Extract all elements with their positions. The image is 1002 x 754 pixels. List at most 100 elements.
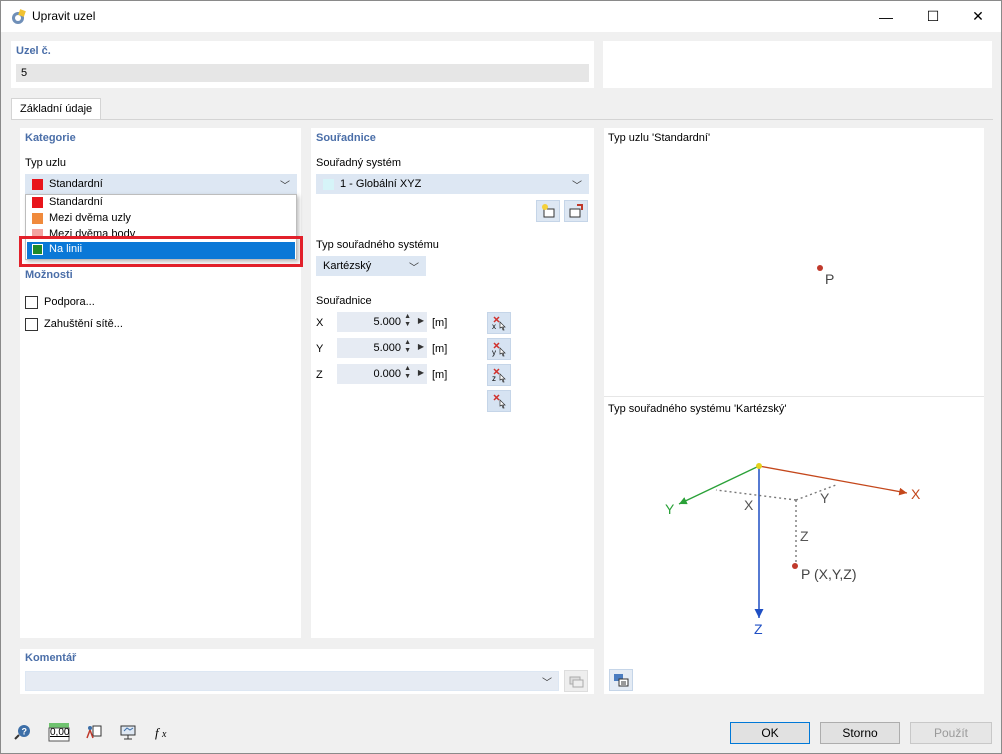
coordinates-panel: Souřadnice Souřadný systém 1 - Globální … — [311, 128, 594, 638]
units-button[interactable]: 0,00 — [46, 721, 72, 743]
pick-z-icon: z — [492, 368, 506, 383]
node-number-label: Uzel č. — [16, 45, 51, 57]
coord-system-type-value: Kartézský — [323, 260, 372, 272]
svg-text:x: x — [161, 729, 167, 740]
x-axis-line — [758, 465, 908, 496]
svg-text:x: x — [492, 322, 496, 331]
coord-system-select[interactable]: 1 - Globální XYZ ﹀ — [316, 174, 589, 194]
tab-basic-data[interactable]: Základní údaje — [11, 98, 102, 120]
node-point — [817, 265, 823, 271]
coord-y-input[interactable]: 5.000 ▲ ▼ ▶ — [337, 338, 427, 358]
display-options-icon — [614, 674, 629, 687]
point-xyz-label: P (X,Y,Z) — [801, 566, 857, 582]
pick-x-button[interactable]: x — [487, 312, 511, 334]
minimize-icon: — — [879, 8, 893, 25]
proj-y — [795, 484, 837, 501]
library-icon — [569, 676, 584, 688]
dropdown-option-standard[interactable]: Standardní — [27, 195, 295, 211]
point-p — [792, 563, 798, 569]
spin-arrows-icon[interactable]: ▲ ▼ — [404, 313, 411, 329]
cancel-button[interactable]: Storno — [820, 722, 900, 744]
support-label: Podpora... — [44, 296, 95, 308]
preview-panel: Typ uzlu 'Standardní' P Typ souřadného s… — [604, 128, 984, 694]
node-type-label: Typ uzlu — [25, 157, 66, 169]
window-title: Upravit uzel — [32, 9, 96, 23]
node-number-field: 5 — [16, 64, 589, 82]
svg-text:y: y — [492, 348, 496, 357]
coord-system-label: Souřadný systém — [316, 157, 401, 169]
comment-panel: Komentář ﹀ — [20, 649, 594, 694]
play-icon[interactable]: ▶ — [418, 368, 424, 377]
node-number-panel: Uzel č. 5 — [11, 41, 594, 88]
support-checkbox[interactable] — [25, 296, 38, 309]
comment-input[interactable]: ﹀ — [25, 671, 559, 691]
origin-point — [756, 463, 762, 469]
edit-system-icon — [569, 204, 583, 218]
node-preview-graphic — [817, 265, 823, 271]
apply-button[interactable]: Použít — [910, 722, 992, 744]
svg-text:f: f — [155, 725, 161, 740]
view-button[interactable] — [116, 721, 140, 743]
coord-system-value: 1 - Globální XYZ — [340, 178, 422, 190]
coordinates-header: Souřadnice — [316, 132, 376, 144]
comment-library-button[interactable] — [564, 670, 588, 692]
coord-y-unit: [m] — [432, 343, 448, 355]
help-button[interactable]: ? — [11, 721, 35, 743]
dropdown-option-between-nodes[interactable]: Mezi dvěma uzly — [27, 211, 295, 227]
mesh-refinement-checkbox[interactable] — [25, 318, 38, 331]
proj-y-label: Y — [820, 490, 830, 506]
coord-y-value: 5.000 — [373, 342, 401, 354]
info-panel — [603, 41, 992, 88]
new-coord-system-button[interactable] — [536, 200, 560, 222]
play-icon[interactable]: ▶ — [418, 316, 424, 325]
view-icon — [120, 725, 136, 740]
proj-z-label: Z — [800, 528, 809, 544]
standard-swatch — [32, 196, 43, 208]
model-info-button[interactable] — [81, 721, 105, 743]
pick-x-icon: x — [492, 316, 506, 331]
between-nodes-swatch — [32, 212, 43, 224]
coord-system-type-label: Typ souřadného systému — [316, 239, 439, 251]
preview-divider — [604, 396, 984, 397]
spin-arrows-icon[interactable]: ▲ ▼ — [404, 365, 411, 381]
node-type-select[interactable]: Standardní ﹀ — [25, 174, 297, 194]
comment-header: Komentář — [25, 652, 77, 664]
option-label: Mezi dvěma uzly — [49, 212, 131, 224]
pick-y-icon: y — [492, 342, 506, 357]
ok-button[interactable]: OK — [730, 722, 810, 744]
proj-x — [715, 489, 797, 501]
chevron-down-icon: ﹀ — [409, 263, 419, 274]
svg-text:z: z — [492, 374, 496, 383]
coord-system-type-select[interactable]: Kartézský ﹀ — [316, 256, 426, 276]
axis-z-label: Z — [316, 369, 323, 381]
coord-system-swatch — [323, 178, 334, 190]
coord-x-value: 5.000 — [373, 316, 401, 328]
edit-coord-system-button[interactable] — [564, 200, 588, 222]
chevron-down-icon: ﹀ — [542, 678, 552, 689]
highlight-box — [19, 236, 303, 267]
pick-z-button[interactable]: z — [487, 364, 511, 386]
pick-y-button[interactable]: y — [487, 338, 511, 360]
axis-x-label: X — [316, 317, 324, 329]
axis-y-caption: Y — [665, 501, 675, 517]
app-icon — [12, 9, 26, 24]
pick-point-button[interactable] — [487, 390, 511, 412]
chevron-down-icon: ﹀ — [572, 181, 582, 192]
option-label: Standardní — [49, 196, 103, 208]
play-icon[interactable]: ▶ — [418, 342, 424, 351]
axis-z-caption: Z — [754, 621, 763, 637]
spin-arrows-icon[interactable]: ▲ ▼ — [404, 339, 411, 355]
coord-z-unit: [m] — [432, 369, 448, 381]
proj-x-label: X — [744, 497, 754, 513]
model-icon — [86, 725, 102, 739]
function-icon: fx — [155, 725, 167, 740]
options-header: Možnosti — [25, 269, 73, 281]
minimize-button[interactable]: — — [863, 1, 909, 32]
preview-options-button[interactable] — [609, 669, 633, 691]
node-point-label: P — [825, 271, 835, 287]
coord-z-input[interactable]: 0.000 ▲ ▼ ▶ — [337, 364, 427, 384]
coord-x-input[interactable]: 5.000 ▲ ▼ ▶ — [337, 312, 427, 332]
maximize-button[interactable]: ☐ — [910, 1, 956, 32]
close-button[interactable]: ✕ — [955, 1, 1001, 32]
function-button[interactable]: fx — [151, 721, 175, 743]
